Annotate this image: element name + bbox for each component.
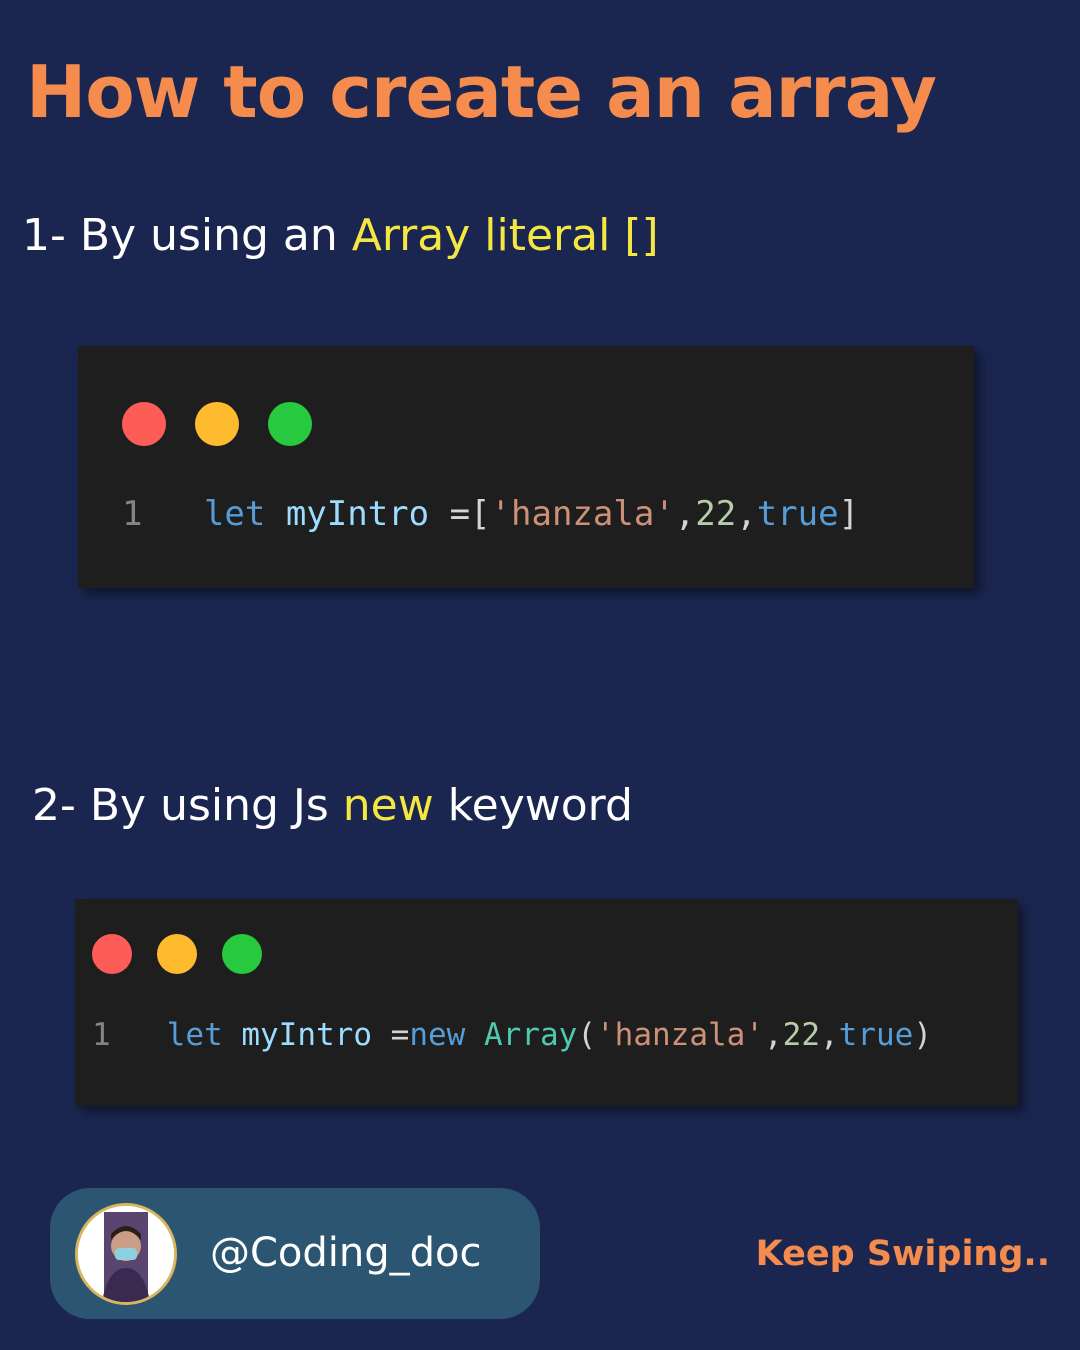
- code-line: 1 let myIntro =new Array('hanzala',22,tr…: [92, 1017, 932, 1053]
- code-token-keyword: new: [409, 1017, 466, 1053]
- code-window-1: 1 let myIntro =['hanzala',22,true]: [78, 346, 974, 588]
- maximize-dot-icon: [222, 934, 262, 974]
- section-2-prefix: 2- By using Js: [32, 780, 343, 831]
- maximize-dot-icon: [268, 402, 312, 446]
- code-token-punctuation: =: [372, 1017, 410, 1053]
- section-1-highlight: Array literal []: [351, 210, 659, 261]
- close-dot-icon: [92, 934, 132, 974]
- code-tokens: let myIntro =['hanzala',22,true]: [204, 494, 859, 534]
- code-token-punctuation: =[: [429, 494, 491, 534]
- line-number: 1: [122, 494, 143, 534]
- minimize-dot-icon: [195, 402, 239, 446]
- code-token-keyword: true: [838, 1017, 914, 1053]
- window-controls: [92, 934, 262, 974]
- code-line: 1 let myIntro =['hanzala',22,true]: [122, 494, 859, 534]
- close-dot-icon: [122, 402, 166, 446]
- section-2-highlight: new: [342, 780, 434, 831]
- section-2-heading: 2- By using Js new keyword: [32, 780, 633, 831]
- line-number: 1: [92, 1017, 111, 1053]
- code-token-variable: myIntro: [241, 1017, 372, 1053]
- code-token-punctuation: ,: [674, 494, 696, 534]
- code-token-variable: myIntro: [285, 494, 430, 534]
- code-token-string: 'hanzala': [490, 494, 675, 534]
- code-tokens: let myIntro =new Array('hanzala',22,true…: [167, 1017, 932, 1053]
- code-token-punctuation: ): [913, 1017, 932, 1053]
- code-window-2: 1 let myIntro =new Array('hanzala',22,tr…: [75, 899, 1018, 1106]
- page-title: How to create an array: [26, 50, 937, 134]
- avatar-icon[interactable]: [75, 1203, 177, 1305]
- code-token-keyword: let: [203, 494, 266, 534]
- section-1-heading: 1- By using an Array literal []: [22, 210, 659, 261]
- code-token-punctuation: ,: [736, 494, 757, 534]
- minimize-dot-icon: [157, 934, 197, 974]
- keep-swiping-label: Keep Swiping..: [755, 1234, 1050, 1274]
- window-controls: [122, 402, 312, 446]
- code-token-punctuation: (: [577, 1017, 596, 1053]
- profile-handle: @Coding_doc: [210, 1230, 482, 1276]
- section-1-prefix: 1- By using an: [22, 210, 352, 261]
- profile-badge[interactable]: @Coding_doc: [50, 1188, 540, 1319]
- slide: How to create an array 1- By using an Ar…: [0, 0, 1080, 1350]
- code-token-number: 22: [782, 1017, 820, 1053]
- code-token-punctuation: ]: [838, 494, 860, 534]
- code-token-punctuation: ,: [763, 1017, 783, 1053]
- section-2-suffix: keyword: [433, 780, 633, 831]
- code-token-keyword: let: [166, 1017, 223, 1053]
- code-token-string: 'hanzala': [596, 1017, 764, 1053]
- code-token-keyword: true: [756, 494, 839, 534]
- code-token-punctuation: ,: [819, 1017, 839, 1053]
- user-avatar-icon: [78, 1206, 174, 1302]
- code-token-class: Array: [484, 1017, 578, 1053]
- code-token-number: 22: [695, 494, 737, 534]
